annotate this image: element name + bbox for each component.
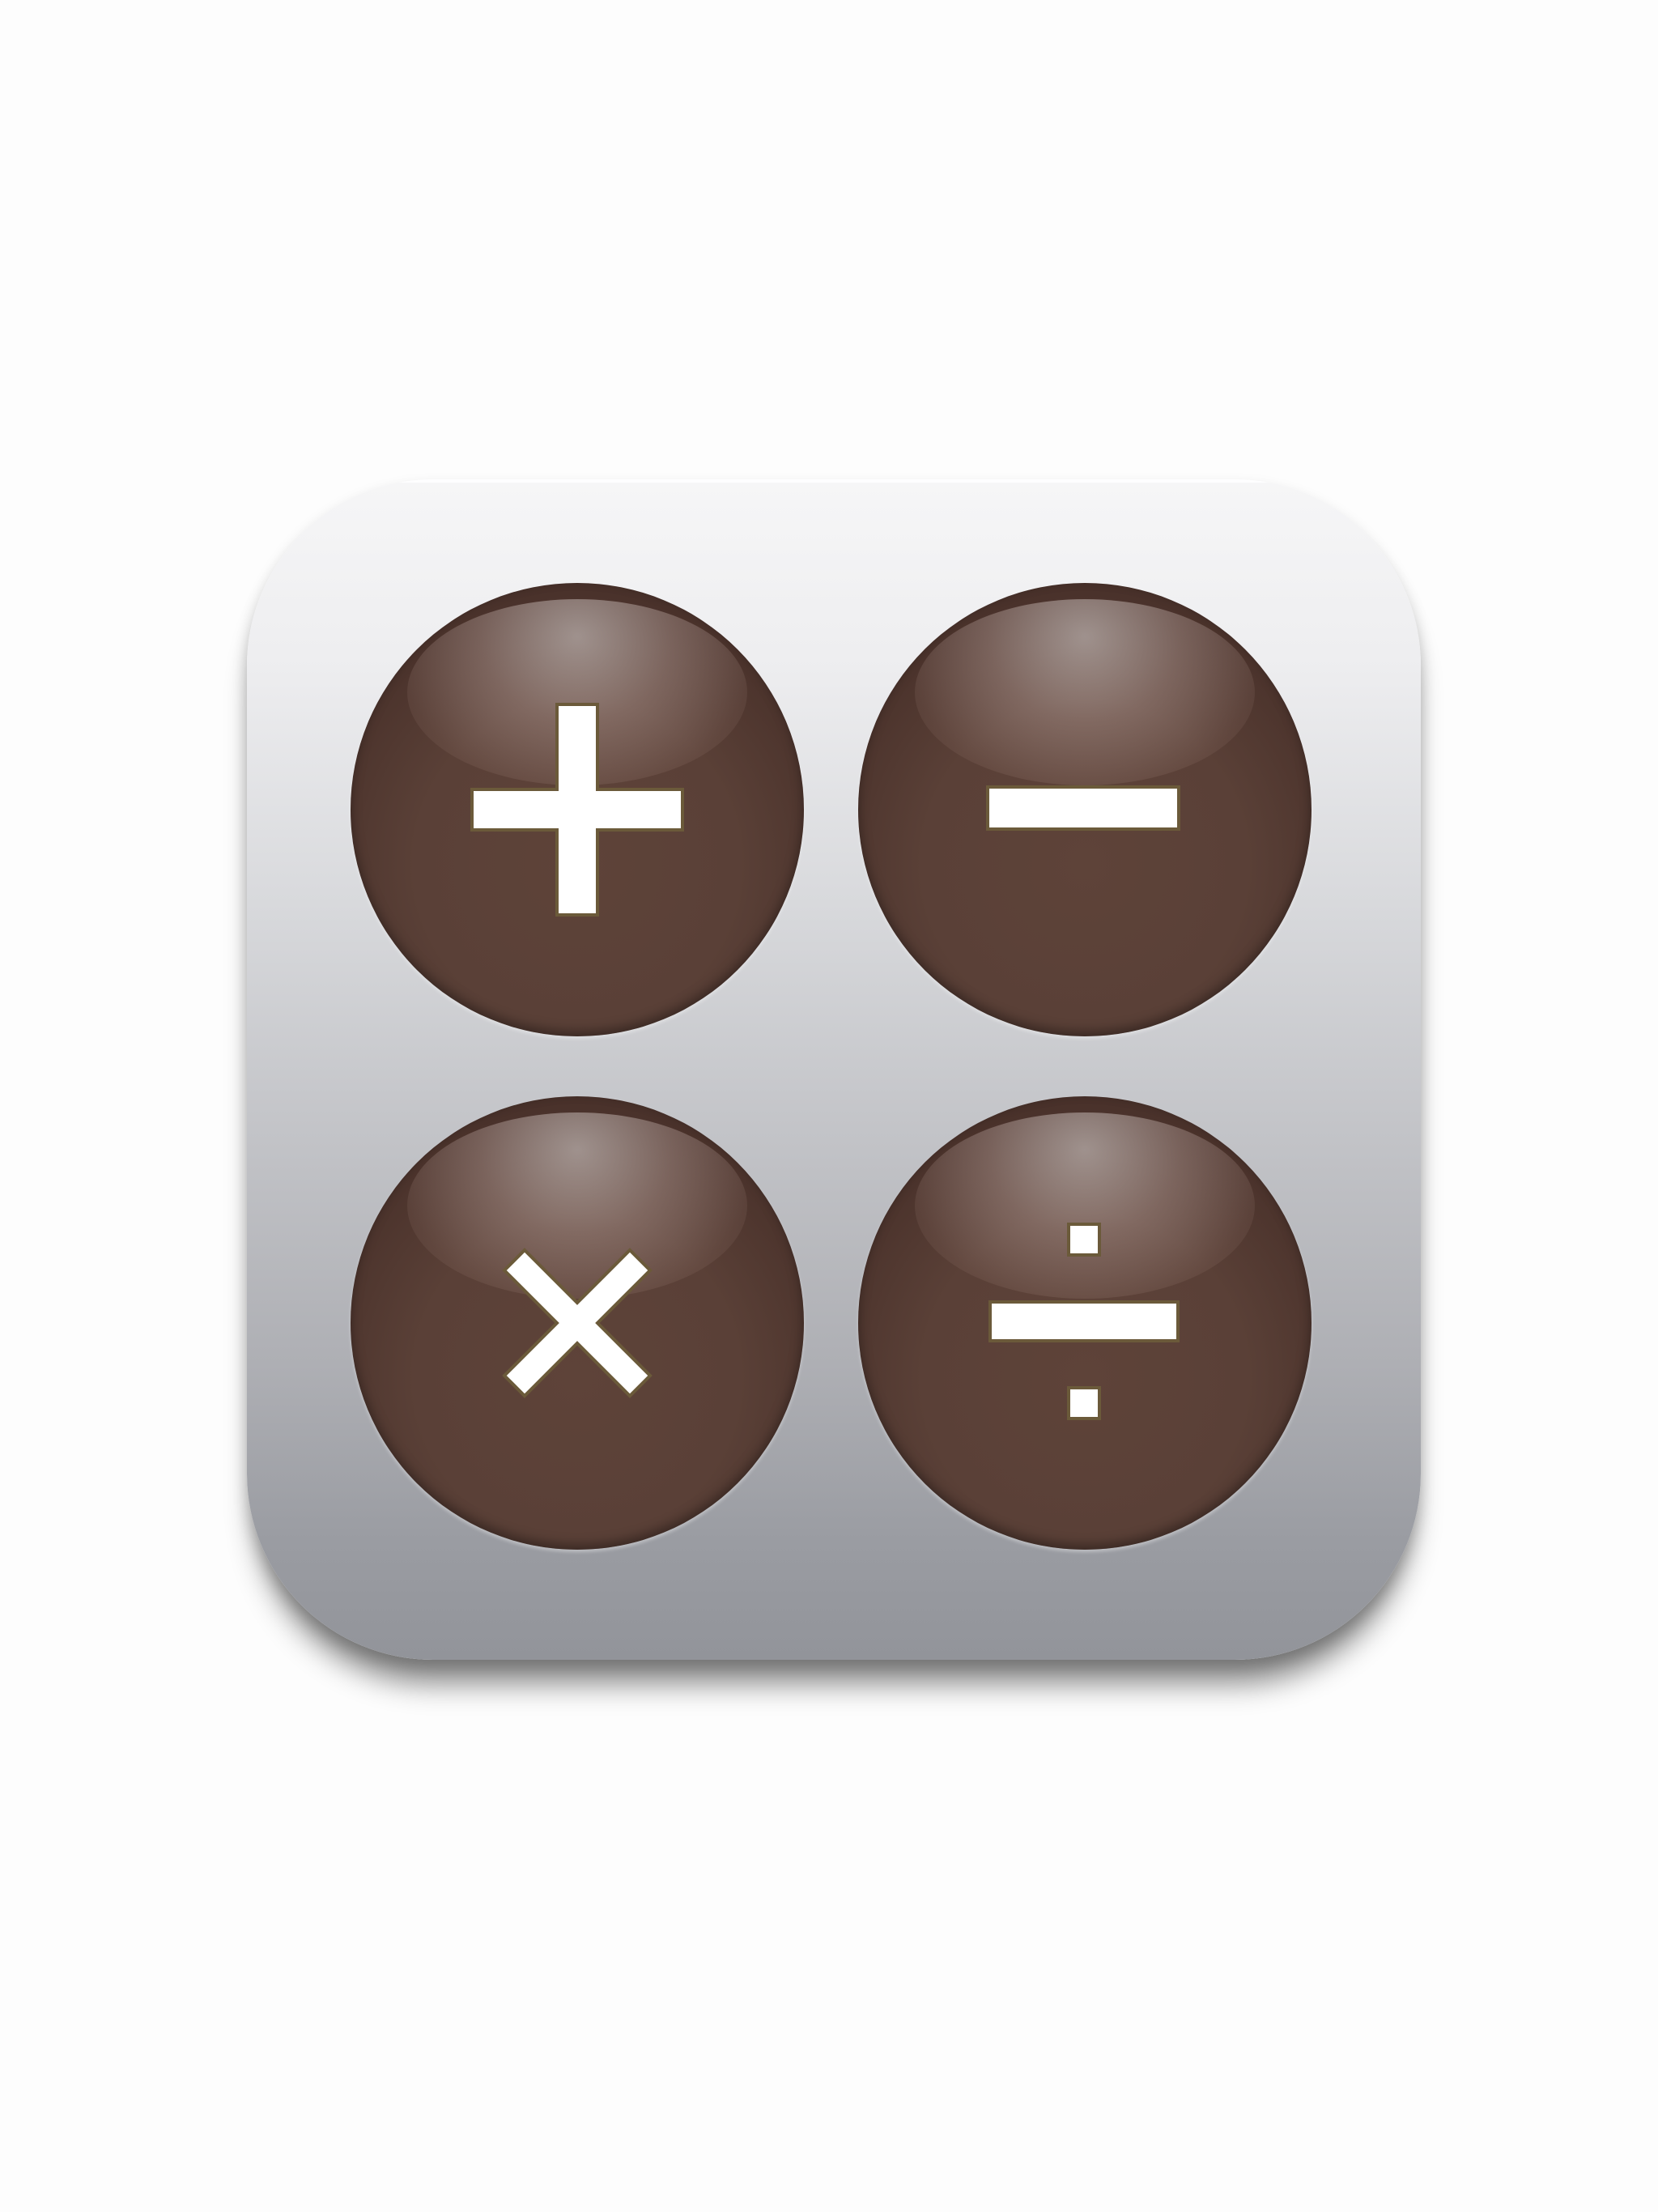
plus-button[interactable]: + bbox=[351, 583, 804, 1036]
minus-button[interactable]: − bbox=[858, 583, 1312, 1036]
plus-icon bbox=[470, 703, 684, 917]
screen: + − × ÷ bbox=[0, 0, 1658, 2212]
divide-icon bbox=[988, 1223, 1180, 1420]
minus-icon bbox=[986, 785, 1180, 831]
divide-button[interactable]: ÷ bbox=[858, 1096, 1312, 1550]
multiply-button[interactable]: × bbox=[351, 1096, 804, 1550]
calculator-app-icon[interactable]: + − × ÷ bbox=[247, 479, 1421, 1660]
multiply-icon bbox=[502, 1248, 653, 1398]
